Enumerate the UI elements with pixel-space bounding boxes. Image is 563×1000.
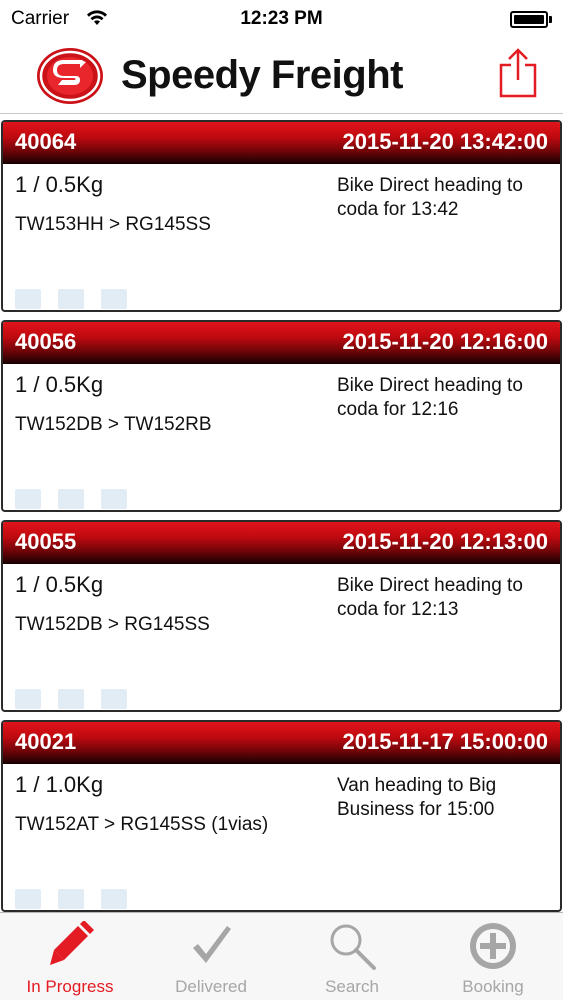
job-datetime: 2015-11-20 13:42:00	[342, 129, 549, 154]
tab-label: Delivered	[175, 977, 247, 996]
signature-icon[interactable]	[101, 889, 127, 909]
job-id: 40064	[15, 129, 77, 154]
job-id: 40056	[15, 329, 77, 354]
job-card-header: 40056 2015-11-20 12:16:00	[3, 322, 560, 364]
job-card[interactable]: 40055 2015-11-20 12:13:00 1 / 0.5Kg TW15…	[1, 520, 562, 712]
tab-bar: In Progress Delivered Search Booking	[0, 912, 563, 1000]
save-icon[interactable]	[58, 889, 84, 909]
job-status: Bike Direct heading to coda for 12:16	[337, 375, 523, 420]
edit-icon[interactable]	[15, 689, 41, 709]
checkmark-icon	[193, 926, 231, 963]
edit-icon[interactable]	[15, 489, 41, 509]
tab-label: In Progress	[26, 977, 114, 996]
tab-search[interactable]: Search	[282, 913, 422, 1000]
pencil-icon	[50, 921, 94, 965]
magnifier-icon	[330, 924, 376, 970]
app-screen: Carrier 12:23 PM Speedy Freight 40064 20…	[0, 0, 563, 1000]
battery-tip	[549, 16, 552, 23]
job-id: 40021	[15, 729, 77, 754]
job-card-header: 40064 2015-11-20 13:42:00	[3, 122, 560, 164]
job-weight: 1 / 0.5Kg	[15, 572, 104, 597]
share-button[interactable]	[497, 48, 539, 100]
job-status: Bike Direct heading to coda for 13:42	[337, 175, 523, 220]
job-list[interactable]: 40064 2015-11-20 13:42:00 1 / 0.5Kg TW15…	[0, 114, 563, 912]
edit-icon[interactable]	[15, 289, 41, 309]
clock: 12:23 PM	[240, 8, 323, 29]
job-status: Bike Direct heading to coda for 12:13	[337, 575, 523, 620]
tab-label: Search	[325, 977, 379, 996]
signature-icon[interactable]	[101, 489, 127, 509]
save-icon[interactable]	[58, 689, 84, 709]
job-status: Van heading to Big Business for 15:00	[337, 775, 497, 820]
status-bar: Carrier 12:23 PM	[0, 0, 563, 38]
battery-level	[514, 15, 544, 24]
job-datetime: 2015-11-17 15:00:00	[342, 729, 549, 754]
plus-circle-icon	[470, 923, 516, 969]
save-icon[interactable]	[58, 489, 84, 509]
job-route: TW153HH > RG145SS	[15, 214, 211, 235]
signature-icon[interactable]	[101, 289, 127, 309]
job-card-header: 40021 2015-11-17 15:00:00	[3, 722, 560, 764]
brand-name: Speedy Freight	[121, 53, 403, 97]
job-route: TW152DB > RG145SS	[15, 614, 210, 635]
job-weight: 1 / 0.5Kg	[15, 372, 104, 397]
signature-icon[interactable]	[101, 689, 127, 709]
battery-icon	[510, 11, 548, 28]
app-header: Speedy Freight	[0, 38, 563, 114]
job-weight: 1 / 0.5Kg	[15, 172, 104, 197]
tab-delivered[interactable]: Delivered	[141, 913, 281, 1000]
tab-booking[interactable]: Booking	[423, 913, 563, 1000]
job-id: 40055	[15, 529, 77, 554]
tab-in-progress[interactable]: In Progress	[0, 913, 140, 1000]
share-icon	[499, 48, 537, 98]
speedy-freight-logo-icon	[37, 48, 103, 104]
job-card[interactable]: 40064 2015-11-20 13:42:00 1 / 0.5Kg TW15…	[1, 120, 562, 312]
job-weight: 1 / 1.0Kg	[15, 772, 104, 797]
job-datetime: 2015-11-20 12:13:00	[342, 529, 549, 554]
job-card-header: 40055 2015-11-20 12:13:00	[3, 522, 560, 564]
job-route: TW152AT > RG145SS (1vias)	[15, 814, 269, 835]
job-card[interactable]: 40056 2015-11-20 12:16:00 1 / 0.5Kg TW15…	[1, 320, 562, 512]
job-route: TW152DB > TW152RB	[15, 414, 212, 435]
edit-icon[interactable]	[15, 889, 41, 909]
job-card[interactable]: 40021 2015-11-17 15:00:00 1 / 1.0Kg TW15…	[1, 720, 562, 912]
job-datetime: 2015-11-20 12:16:00	[342, 329, 549, 354]
save-icon[interactable]	[58, 289, 84, 309]
tab-label: Booking	[462, 977, 524, 996]
